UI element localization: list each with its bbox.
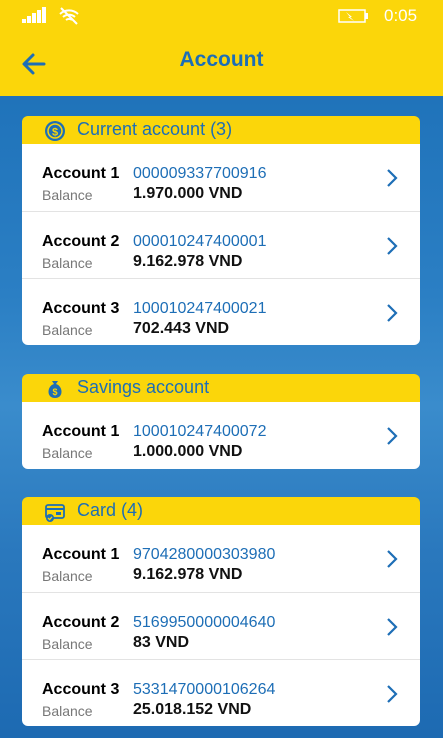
section-header: Card (4) xyxy=(22,497,420,525)
header-bar: 0:05 Account xyxy=(0,0,443,96)
card-row[interactable]: Account 3 5331470000106264 Balance 25.01… xyxy=(22,659,420,726)
card-icon xyxy=(45,504,65,522)
account-row[interactable]: Account 1 100010247400072 Balance 1.000.… xyxy=(22,402,420,469)
account-label: Account 1 xyxy=(42,423,120,440)
balance-value: 1.000.000 VND xyxy=(133,443,243,460)
card-number: 9704280000303980 xyxy=(133,546,276,563)
coin-icon: $ xyxy=(45,121,65,141)
account-row[interactable]: Account 1 000009337700916 Balance 1.970.… xyxy=(22,144,420,211)
account-number: 000010247400001 xyxy=(133,233,267,250)
section-title: Savings account xyxy=(77,377,210,397)
balance-value: 9.162.978 VND xyxy=(133,566,243,583)
money-bag-icon: $ xyxy=(48,381,62,398)
signal-strength-icon xyxy=(22,7,46,23)
balance-value: 9.162.978 VND xyxy=(133,253,243,270)
balance-label: Balance xyxy=(42,568,93,584)
account-row[interactable]: Account 3 100010247400021 Balance 702.44… xyxy=(22,278,420,345)
section-body: Account 1 100010247400072 Balance 1.000.… xyxy=(22,402,420,469)
wifi-icon xyxy=(59,7,79,25)
balance-label: Balance xyxy=(42,255,93,271)
card-number: 5331470000106264 xyxy=(133,681,276,698)
section-title: Card (4) xyxy=(77,500,144,520)
section-body: Account 1 9704280000303980 Balance 9.162… xyxy=(22,525,420,726)
balance-value: 83 VND xyxy=(133,634,190,651)
balance-label: Balance xyxy=(42,445,93,461)
account-label: Account 3 xyxy=(42,681,120,698)
savings-account-section: $ Savings account Account 1 100010247400… xyxy=(22,374,420,469)
section-title: Current account (3) xyxy=(77,119,233,139)
svg-text:$: $ xyxy=(52,387,57,397)
chevron-right-icon xyxy=(387,237,398,255)
section-body: Account 1 000009337700916 Balance 1.970.… xyxy=(22,144,420,345)
balance-value: 1.970.000 VND xyxy=(133,185,243,202)
section-header: $ Current account (3) xyxy=(22,116,420,144)
card-row[interactable]: Account 1 9704280000303980 Balance 9.162… xyxy=(22,525,420,592)
card-row[interactable]: Account 2 5169950000004640 Balance 83 VN… xyxy=(22,592,420,659)
card-number: 5169950000004640 xyxy=(133,614,276,631)
status-clock: 0:05 xyxy=(384,6,418,25)
balance-label: Balance xyxy=(42,636,93,652)
account-label: Account 1 xyxy=(42,165,120,182)
account-label: Account 1 xyxy=(42,546,120,563)
svg-text:$: $ xyxy=(52,127,58,139)
account-label: Account 2 xyxy=(42,233,120,250)
account-number: 100010247400021 xyxy=(133,300,267,317)
account-label: Account 2 xyxy=(42,614,120,631)
chevron-right-icon xyxy=(387,427,398,445)
account-number: 000009337700916 xyxy=(133,165,267,182)
balance-value: 25.018.152 VND xyxy=(133,701,252,718)
balance-label: Balance xyxy=(42,322,93,338)
chevron-right-icon xyxy=(387,550,398,568)
balance-label: Balance xyxy=(42,703,93,719)
section-header: $ Savings account xyxy=(22,374,420,402)
account-row[interactable]: Account 2 000010247400001 Balance 9.162.… xyxy=(22,211,420,278)
chevron-right-icon xyxy=(387,304,398,322)
page-title: Account xyxy=(179,48,264,71)
account-label: Account 3 xyxy=(42,300,120,317)
balance-label: Balance xyxy=(42,187,93,203)
chevron-right-icon xyxy=(387,618,398,636)
status-bar: 0:05 xyxy=(0,0,443,32)
chevron-right-icon xyxy=(387,685,398,703)
current-account-section: $ Current account (3) Account 1 00000933… xyxy=(22,116,420,345)
card-section: Card (4) Account 1 9704280000303980 Bala… xyxy=(22,497,420,726)
battery-icon xyxy=(338,9,368,23)
chevron-right-icon xyxy=(387,169,398,187)
balance-value: 702.443 VND xyxy=(133,320,230,337)
account-number: 100010247400072 xyxy=(133,423,267,440)
